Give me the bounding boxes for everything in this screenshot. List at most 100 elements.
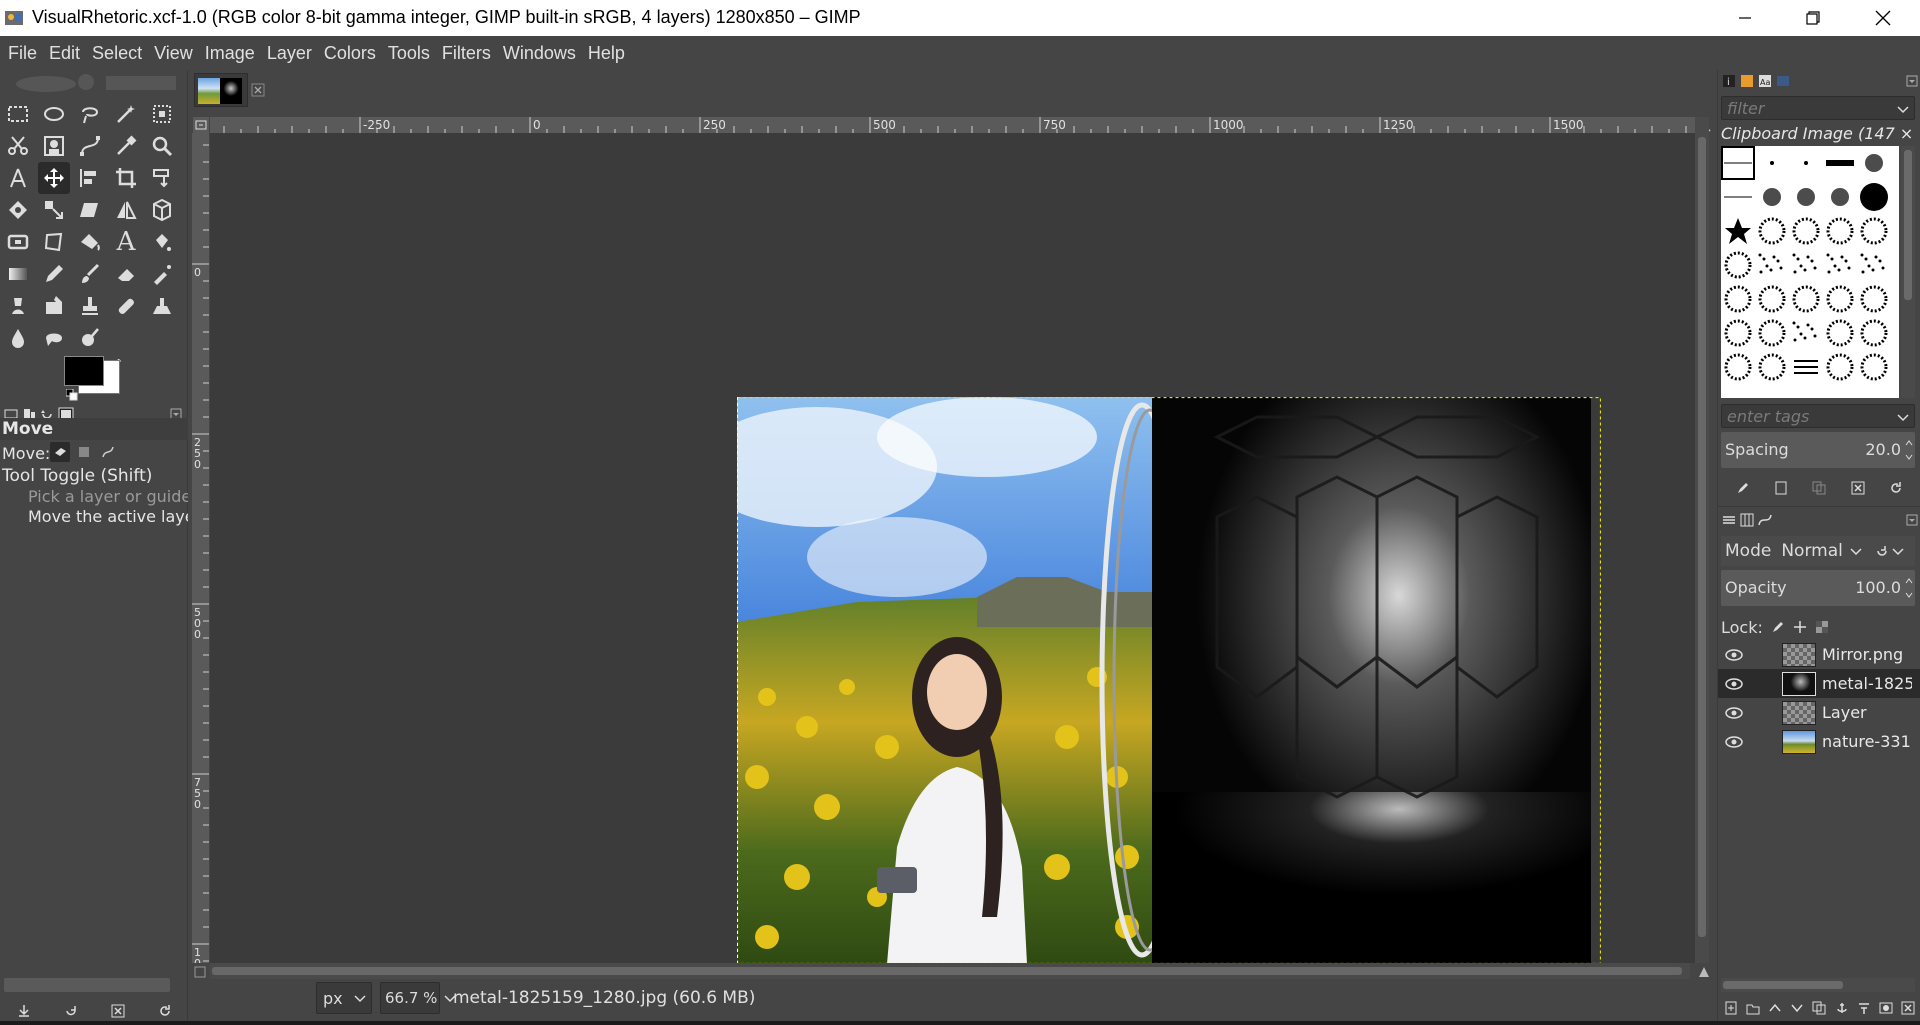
pick-layer-radio[interactable]: Pick a layer or guide — [20, 486, 188, 506]
image-canvas[interactable] — [737, 397, 1601, 964]
brush-thumbnail[interactable] — [1792, 321, 1817, 342]
layer-row-mirror[interactable]: Mirror.png — [1718, 640, 1920, 669]
dock-menu-icon[interactable] — [1906, 75, 1918, 87]
select-by-color-tool[interactable] — [146, 98, 178, 130]
close-button[interactable] — [1853, 0, 1913, 36]
vertical-scrollbar[interactable] — [1695, 117, 1709, 963]
brush-thumbnail[interactable] — [1763, 188, 1781, 206]
edit-brush-icon[interactable] — [1736, 481, 1750, 495]
lock-alpha-icon[interactable] — [1815, 620, 1829, 634]
warp-transform-tool[interactable] — [2, 194, 34, 226]
close-tab-icon[interactable] — [251, 82, 265, 97]
eye-icon[interactable] — [1724, 648, 1752, 662]
ellipse-select-tool[interactable] — [38, 98, 70, 130]
image-tab[interactable] — [194, 73, 248, 107]
brush-grid-scrollbar[interactable] — [1901, 146, 1915, 398]
canvas-area[interactable] — [210, 133, 1695, 964]
new-layer-icon[interactable] — [1724, 1001, 1738, 1015]
brush-thumbnail[interactable] — [1826, 160, 1854, 166]
vertical-scroll-thumb[interactable] — [1698, 137, 1706, 937]
paint-bucket-tool[interactable] — [146, 226, 178, 258]
unified-transform-tool[interactable] — [146, 162, 178, 194]
delete-layer-icon[interactable] — [1901, 1001, 1915, 1015]
brush-thumbnail[interactable] — [1860, 285, 1888, 313]
wilber-drop-area[interactable] — [6, 72, 176, 94]
unit-select[interactable]: px — [316, 982, 372, 1014]
crop-tool[interactable] — [110, 162, 142, 194]
brush-thumbnail[interactable] — [1758, 319, 1786, 347]
brush-thumbnail[interactable] — [1724, 285, 1752, 313]
flip-tool[interactable] — [110, 194, 142, 226]
lock-pixels-icon[interactable] — [1771, 620, 1785, 634]
move-active-layer-radio[interactable]: Move the active layer — [20, 506, 188, 526]
spin-arrows-icon[interactable] — [1905, 573, 1913, 603]
mode-select[interactable]: Normal — [1781, 541, 1843, 561]
menu-image[interactable]: Image — [199, 36, 261, 70]
dodge-burn-tool[interactable] — [74, 322, 106, 354]
scissors-select-tool[interactable] — [2, 130, 34, 162]
horizontal-scrollbar[interactable] — [210, 963, 1690, 979]
brush-thumbnail[interactable] — [1860, 319, 1888, 347]
layer-row-layer[interactable]: Layer — [1718, 698, 1920, 727]
smudge-tool[interactable] — [38, 322, 70, 354]
restore-tool-preset-icon[interactable] — [64, 1004, 78, 1018]
brush-thumbnail[interactable] — [1758, 253, 1783, 274]
menu-colors[interactable]: Colors — [318, 36, 382, 70]
layers-scroll-thumb[interactable] — [1723, 981, 1843, 989]
chevron-down-icon[interactable] — [1891, 544, 1905, 558]
new-brush-icon[interactable] — [1774, 481, 1788, 495]
vertical-ruler[interactable]: 00250500750100 — [192, 133, 209, 963]
layer-mask-icon[interactable] — [1879, 1001, 1893, 1015]
perspective-clone-tool[interactable] — [146, 290, 178, 322]
brush-grid[interactable] — [1721, 146, 1899, 398]
layer-row-nature[interactable]: nature-331 — [1718, 727, 1920, 756]
pencil-tool[interactable] — [38, 258, 70, 290]
toolbox-scrollbar[interactable] — [4, 978, 170, 992]
brush-thumbnail[interactable] — [1797, 188, 1815, 206]
eye-icon[interactable] — [1724, 677, 1752, 691]
brush-thumbnail[interactable] — [1792, 285, 1820, 313]
composite-mode-icon[interactable] — [1875, 544, 1889, 558]
zoom-tool[interactable] — [146, 130, 178, 162]
move-path-mode-button[interactable] — [98, 442, 118, 462]
brush-tags-input[interactable]: enter tags — [1721, 404, 1915, 428]
channels-tab-icon[interactable] — [1740, 513, 1754, 527]
eraser-tool[interactable] — [110, 258, 142, 290]
default-colors-icon[interactable] — [65, 386, 78, 401]
delete-tool-preset-icon[interactable] — [111, 1004, 125, 1018]
bucket-fill-tool[interactable] — [74, 226, 106, 258]
lock-position-icon[interactable] — [1793, 620, 1807, 634]
brush-thumbnail[interactable] — [1831, 188, 1849, 206]
brush-thumbnail[interactable] — [1826, 353, 1854, 381]
brush-thumbnail[interactable] — [1724, 251, 1752, 279]
brush-thumbnail[interactable] — [1758, 353, 1786, 381]
measure-tool[interactable] — [2, 162, 34, 194]
menu-tools[interactable]: Tools — [382, 36, 436, 70]
menu-windows[interactable]: Windows — [497, 36, 582, 70]
paths-tab-icon[interactable] — [1758, 513, 1772, 527]
brush-thumbnail[interactable] — [1860, 353, 1888, 381]
duplicate-layer-icon[interactable] — [1812, 1001, 1826, 1015]
rect-select-tool[interactable] — [2, 98, 34, 130]
move-selection-mode-button[interactable] — [74, 442, 94, 462]
brush-spacing-slider[interactable]: Spacing 20.0 — [1721, 432, 1915, 468]
brush-thumbnail[interactable] — [1724, 319, 1752, 347]
gradient-tool[interactable] — [2, 258, 34, 290]
menu-view[interactable]: View — [148, 36, 199, 70]
scale-tool[interactable] — [38, 194, 70, 226]
move-layer-mode-button[interactable] — [50, 442, 70, 462]
eye-icon[interactable] — [1724, 735, 1752, 749]
brush-thumbnail[interactable] — [1826, 319, 1854, 347]
blur-tool[interactable] — [2, 322, 34, 354]
anchor-layer-icon[interactable] — [1835, 1001, 1849, 1015]
eye-icon[interactable] — [1724, 706, 1752, 720]
brush-thumbnail[interactable] — [1826, 217, 1854, 245]
fuzzy-select-tool[interactable] — [110, 98, 142, 130]
brush-thumbnail[interactable] — [1792, 253, 1817, 274]
menu-file[interactable]: File — [2, 36, 43, 70]
patterns-tab-icon[interactable] — [1740, 74, 1754, 88]
brush-thumbnail[interactable] — [1826, 285, 1854, 313]
restore-button[interactable] — [1783, 0, 1843, 36]
foreground-color-swatch[interactable] — [64, 356, 104, 386]
brush-tab-icon[interactable] — [1776, 74, 1790, 88]
